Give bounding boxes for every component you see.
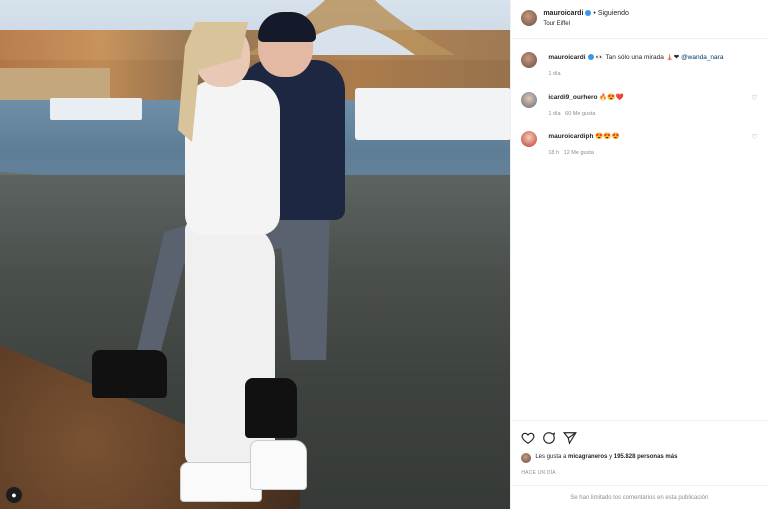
caption-mention[interactable]: @wanda_nara	[681, 54, 723, 61]
likes-count[interactable]: 195.828 personas más	[614, 454, 678, 460]
comment-avatar[interactable]	[521, 131, 538, 147]
comment-meta: 18 h 12 Me gusta	[548, 150, 594, 156]
comment-avatar[interactable]	[521, 92, 538, 108]
following-button[interactable]: Siguiendo	[598, 10, 629, 17]
post-location[interactable]: Tour Eiffel	[543, 21, 570, 27]
comment-row: mauroicardiph 😍😍😍	[548, 132, 619, 140]
share-send-icon[interactable]	[563, 431, 578, 445]
comment-likes[interactable]: 12 Me gusta	[564, 150, 594, 156]
comment-time[interactable]: 1 día	[548, 111, 560, 117]
comment-likes[interactable]: 60 Me gusta	[565, 111, 595, 117]
caption-author[interactable]: mauroicardi	[548, 54, 585, 61]
author-username[interactable]: mauroicardi	[543, 10, 583, 17]
photo-boat-left	[50, 98, 142, 120]
caption-text: Tan sólo una mirada	[605, 54, 664, 61]
photo-woman-shoe-right	[250, 440, 307, 490]
likes-prefix: Les gusta a	[535, 454, 567, 460]
like-heart-icon[interactable]	[521, 431, 535, 445]
verified-badge-icon	[585, 10, 592, 17]
comment-meta: 1 día 60 Me gusta	[548, 111, 595, 117]
photo-boat-right	[355, 88, 511, 140]
photo-bridge	[0, 68, 110, 100]
comment-text: 🔥😍❤️	[599, 94, 624, 101]
eyes-emoji-icon: 👀	[595, 54, 604, 61]
likes-summary: Les gusta a micagraneros y 195.828 perso…	[535, 454, 677, 460]
verified-badge-icon	[587, 54, 594, 61]
comment-like-icon[interactable]: ♡	[751, 133, 757, 141]
author-username-row: mauroicardi • Siguiendo	[543, 10, 629, 17]
comment-author[interactable]: icardi9_ourhero	[548, 94, 597, 101]
photo-woman-body	[185, 80, 280, 235]
photo-sneaker-right	[245, 378, 297, 438]
post-photo[interactable]: ●	[0, 0, 511, 509]
comments-limited-notice: Se han limitado los comentarios en esta …	[511, 485, 767, 510]
comment-bubble-icon[interactable]	[542, 431, 556, 445]
caption-avatar[interactable]	[521, 52, 538, 68]
author-avatar[interactable]	[521, 10, 538, 26]
comment-like-icon[interactable]: ♡	[751, 94, 757, 102]
comment-text: 😍😍😍	[595, 133, 620, 140]
post-timestamp[interactable]: HACE UN DÍA	[521, 470, 555, 476]
likes-user[interactable]: micagraneros	[568, 454, 607, 460]
comment-author[interactable]: mauroicardiph	[548, 133, 593, 140]
photo-sneaker-left	[92, 350, 167, 398]
post-header: mauroicardi • Siguiendo Tour Eiffel	[511, 0, 767, 39]
caption-time[interactable]: 1 día	[548, 71, 560, 77]
liker-avatar[interactable]	[521, 453, 532, 463]
comment-time[interactable]: 18 h	[548, 150, 559, 156]
instagram-post-view: ● mauroicardi • Siguiendo Tour Eiffel mau…	[0, 0, 767, 509]
comment-row: icardi9_ourhero 🔥😍❤️	[548, 93, 623, 101]
post-side-panel: mauroicardi • Siguiendo Tour Eiffel mauro…	[510, 0, 767, 509]
tagged-user-icon[interactable]: ●	[6, 487, 22, 503]
dot-separator: •	[593, 10, 596, 17]
likes-middle: y	[609, 454, 613, 460]
caption-row: mauroicardi 👀 Tan sólo una mirada 🗼❤ @wan…	[548, 53, 723, 61]
caption-emoji-icon: 🗼❤	[665, 54, 680, 61]
